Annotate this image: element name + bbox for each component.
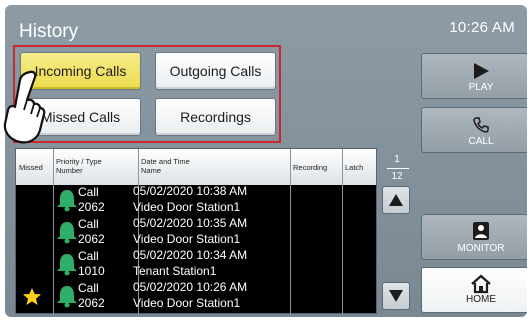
play-label: PLAY (468, 82, 494, 93)
row-number: 2062 (78, 296, 105, 310)
table-row[interactable]: Call 2062 05/02/2020 10:38 AM Video Door… (16, 183, 376, 215)
header-latch: Latch (345, 163, 364, 172)
intercom-screen: History 10:26 AM Incoming Calls Outgoing… (5, 5, 527, 317)
row-number: 1010 (78, 264, 105, 278)
arrow-down-icon (389, 290, 403, 302)
header-date-time: Date and Time (141, 157, 190, 166)
play-icon (472, 62, 490, 83)
scroll-down-button[interactable] (382, 282, 410, 310)
outgoing-calls-button[interactable]: Outgoing Calls (155, 52, 276, 90)
row-name: Video Door Station1 (133, 232, 241, 246)
bell-icon (56, 284, 78, 313)
monitor-icon (471, 221, 491, 244)
bell-icon (56, 188, 78, 217)
monitor-button[interactable]: MONITOR (421, 214, 527, 260)
row-name: Video Door Station1 (133, 296, 241, 310)
page-total: 12 (391, 171, 403, 182)
pointing-hand-icon (0, 70, 46, 161)
bell-icon (56, 252, 78, 281)
row-datetime: 05/02/2020 10:34 AM (133, 248, 248, 262)
header-missed: Missed (19, 163, 43, 172)
scroll-up-button[interactable] (382, 186, 410, 214)
phone-icon (472, 116, 490, 137)
home-label: HOME (466, 294, 496, 305)
bell-icon (56, 220, 78, 249)
table-header: Missed Priority / Type Number Date and T… (16, 149, 376, 185)
arrow-up-icon (389, 194, 403, 206)
monitor-label: MONITOR (457, 243, 505, 254)
header-priority-type: Priority / Type (56, 157, 102, 166)
row-type: Call (78, 185, 99, 199)
row-type: Call (78, 249, 99, 263)
row-name: Video Door Station1 (133, 200, 241, 214)
page-divider (387, 168, 409, 169)
recordings-button[interactable]: Recordings (155, 98, 276, 136)
table-row[interactable]: Call 1010 05/02/2020 10:34 AM Tenant Sta… (16, 247, 376, 279)
call-label: CALL (468, 136, 494, 147)
row-number: 2062 (78, 232, 105, 246)
call-button[interactable]: CALL (421, 107, 527, 153)
page-current: 1 (394, 154, 400, 165)
row-datetime: 05/02/2020 10:38 AM (133, 184, 248, 198)
star-icon (22, 287, 42, 312)
row-type: Call (78, 281, 99, 295)
history-table: Missed Priority / Type Number Date and T… (15, 148, 377, 315)
pager: 1 12 (377, 148, 417, 314)
row-number: 2062 (78, 200, 105, 214)
header-name: Name (141, 166, 162, 175)
row-datetime: 05/02/2020 10:26 AM (133, 280, 248, 294)
header-recording: Recording (293, 163, 328, 172)
table-row[interactable]: Call 2062 05/02/2020 10:35 AM Video Door… (16, 215, 376, 247)
row-datetime: 05/02/2020 10:35 AM (133, 216, 248, 230)
header-number: Number (56, 166, 83, 175)
row-type: Call (78, 217, 99, 231)
page-title: History (19, 21, 79, 42)
row-name: Tenant Station1 (133, 264, 217, 278)
clock: 10:26 AM (449, 19, 515, 36)
home-button[interactable]: HOME (421, 267, 527, 313)
play-button[interactable]: PLAY (421, 53, 527, 99)
table-row[interactable]: Call 2062 05/02/2020 10:26 AM Video Door… (16, 279, 376, 311)
